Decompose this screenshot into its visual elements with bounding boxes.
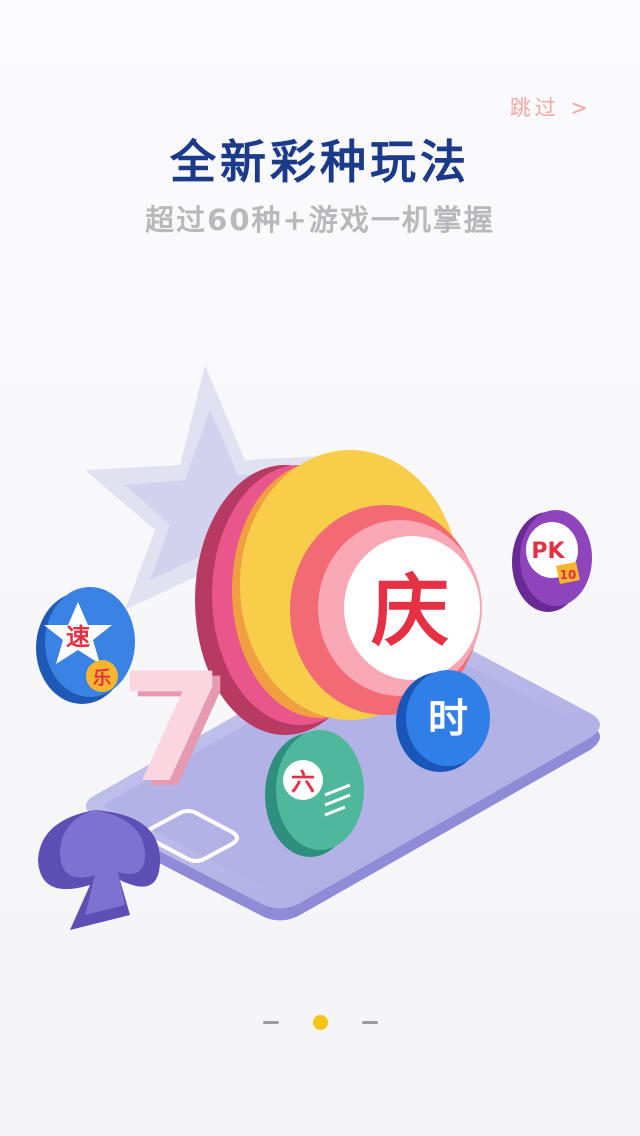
page-indicator (0, 1010, 640, 1034)
skip-button[interactable]: 跳过 > (510, 92, 592, 122)
page-dot-2-active[interactable] (312, 1014, 328, 1030)
coin-main-text: 庆 (371, 567, 449, 657)
seven-shape: 7 7 (120, 642, 232, 821)
coin-left-top-text: 速 (66, 623, 90, 651)
coin-pk-top-text: PK (531, 539, 565, 564)
lottery-illustration: 庆 时 六 速 乐 PK 10 7 7 (36, 365, 600, 930)
coin-green-text: 六 (291, 768, 315, 796)
coin-pk-bottom-text: 10 (560, 568, 577, 582)
page-subtitle: 超过60种+游戏一机掌握 (145, 203, 495, 237)
page-title: 全新彩种玩法 (170, 135, 470, 189)
coin-blue-text: 时 (428, 696, 468, 742)
seven-text-front: 7 (120, 642, 224, 816)
page-dot-3[interactable] (361, 1020, 378, 1024)
spade-shape (38, 810, 160, 930)
page-dot-1[interactable] (262, 1020, 279, 1024)
coin-left-bottom-text: 乐 (93, 668, 111, 689)
